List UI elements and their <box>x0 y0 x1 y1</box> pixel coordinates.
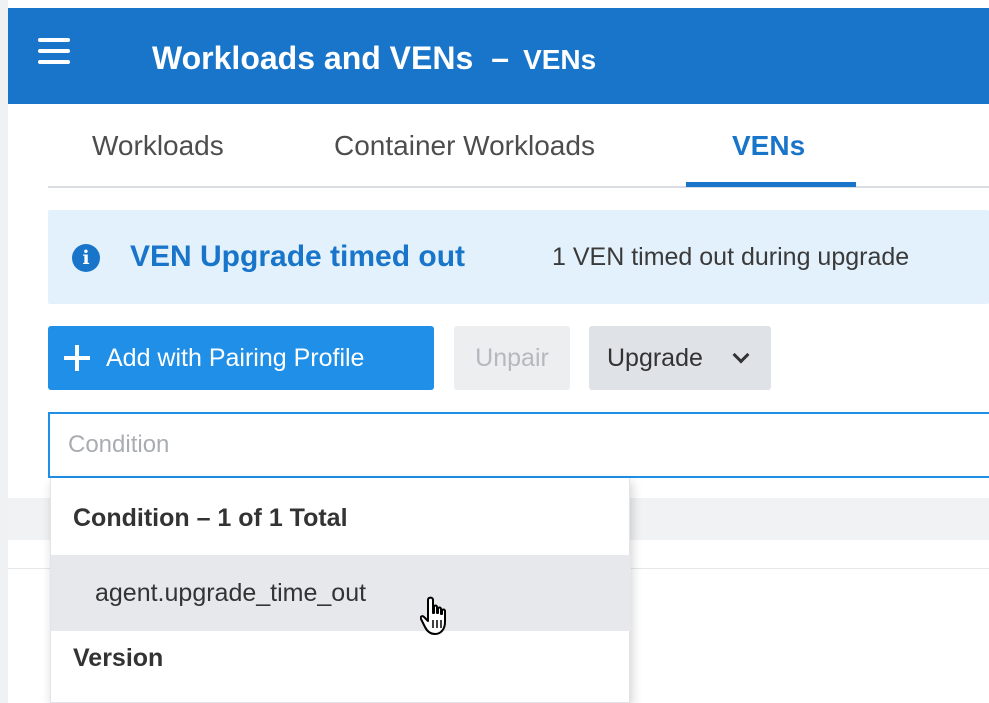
plus-icon <box>64 345 90 371</box>
window-edge <box>0 0 8 703</box>
filter-search-box[interactable] <box>48 412 989 478</box>
tab-vens[interactable]: VENs <box>732 130 805 162</box>
dropdown-option[interactable]: agent.upgrade_time_out <box>51 555 631 631</box>
upgrade-button[interactable]: Upgrade <box>589 326 771 390</box>
page-title-text: Workloads and VENs <box>152 40 474 76</box>
tab-bar: Workloads Container Workloads VENs <box>48 118 989 188</box>
active-tab-indicator <box>686 182 856 187</box>
dropdown-option-label: agent.upgrade_time_out <box>95 579 367 607</box>
banner-title: VEN Upgrade timed out <box>130 240 466 273</box>
app-window: Workloads and VENs – VENs Workloads Contai… <box>0 0 989 703</box>
alert-banner: i VEN Upgrade timed out 1 VEN timed out … <box>48 210 989 304</box>
title-separator: – <box>491 40 510 76</box>
filter-dropdown-menu: Condition – 1 of 1 Total agent.upgrade_t… <box>50 478 631 703</box>
tab-container-workloads[interactable]: Container Workloads <box>334 130 595 162</box>
unpair-button-label: Unpair <box>475 344 549 372</box>
unpair-button[interactable]: Unpair <box>454 326 570 390</box>
upgrade-button-label: Upgrade <box>607 344 703 372</box>
dropdown-section-header-version: Version <box>73 644 164 672</box>
banner-message: 1 VEN timed out during upgrade <box>552 243 910 271</box>
search-input[interactable] <box>50 414 989 476</box>
page-subtitle: VENs <box>523 44 597 75</box>
chevron-down-icon <box>732 346 750 364</box>
add-button-label: Add with Pairing Profile <box>106 344 365 372</box>
dropdown-section-header: Condition – 1 of 1 Total <box>73 504 348 532</box>
info-icon: i <box>72 244 100 272</box>
add-with-pairing-profile-button[interactable]: Add with Pairing Profile <box>48 326 434 390</box>
tab-workloads[interactable]: Workloads <box>92 130 224 162</box>
hand-cursor-icon <box>420 596 446 635</box>
menu-icon[interactable] <box>38 38 70 64</box>
page-title: Workloads and VENs – VENs <box>152 38 596 80</box>
top-header: Workloads and VENs – VENs <box>8 8 989 104</box>
